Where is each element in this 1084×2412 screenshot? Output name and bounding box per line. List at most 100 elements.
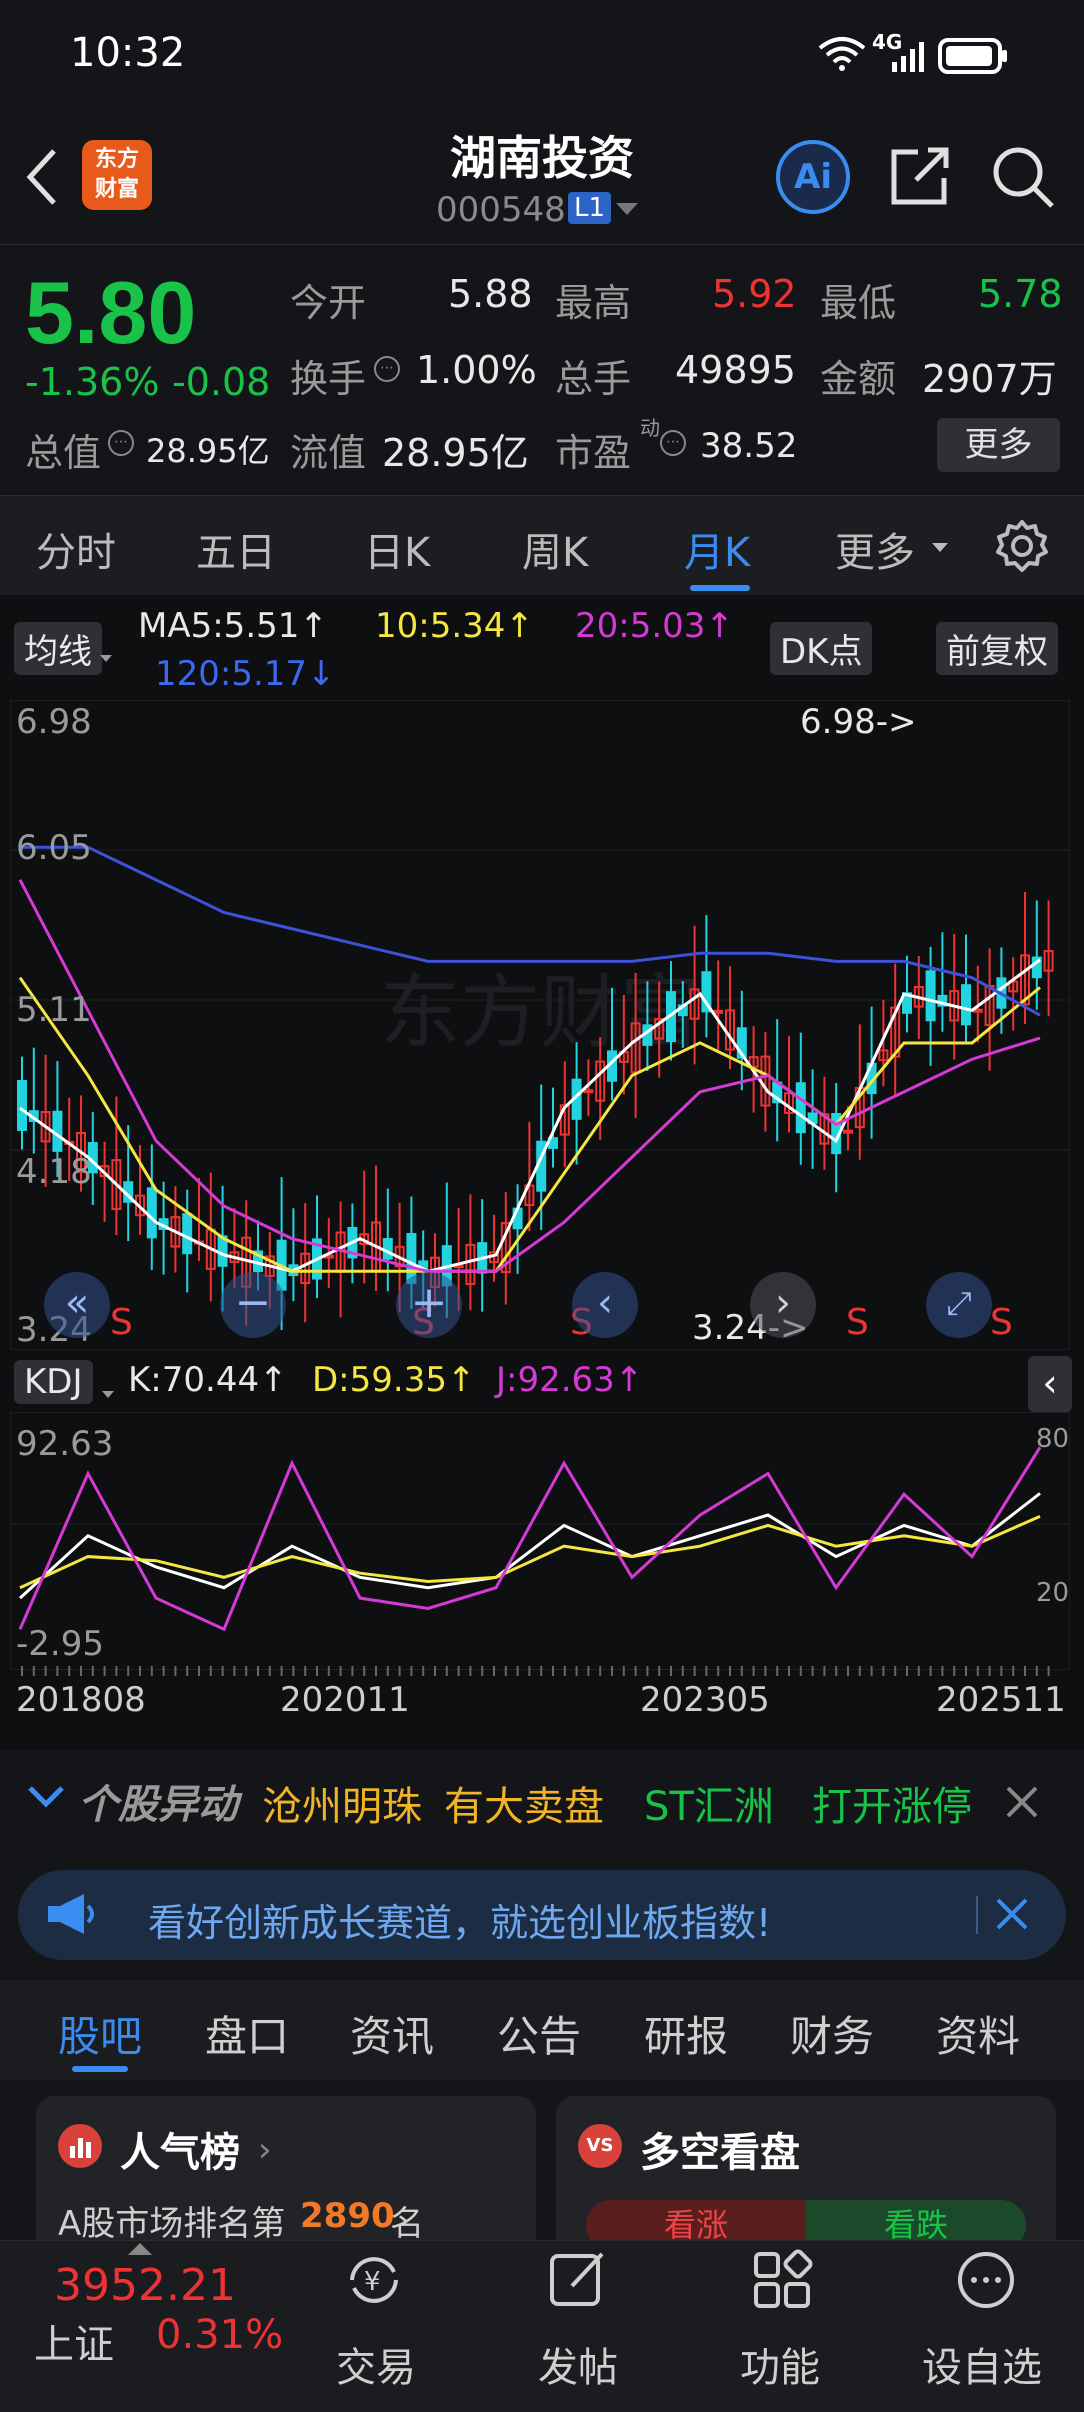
alert-item[interactable]: 打开涨停 xyxy=(812,1774,972,1832)
index-name[interactable]: 上证 xyxy=(34,2312,114,2370)
scroll-left-button[interactable]: ‹ xyxy=(572,1272,638,1338)
adjust-toggle[interactable]: 前复权 xyxy=(936,622,1058,675)
alert-item[interactable]: ST汇洲 xyxy=(644,1774,774,1832)
more-button[interactable]: 更多 xyxy=(937,418,1060,472)
low-label: 最低 xyxy=(820,281,897,325)
volume-value: 49895 xyxy=(675,348,796,392)
collapse-button[interactable]: ‹ xyxy=(1028,1356,1072,1412)
info-icon[interactable]: ⋯ xyxy=(108,430,134,456)
nav-trade[interactable]: 交易 xyxy=(336,2335,416,2393)
x-axis-label: 201808 xyxy=(16,1680,146,1720)
close-icon[interactable] xyxy=(1004,1784,1040,1824)
banner-text: 看好创新成长赛道，就选创业板指数! xyxy=(148,1901,772,1945)
alert-title: 个股异动 xyxy=(78,1782,238,1828)
nav-watchlist[interactable]: 设自选 xyxy=(922,2335,1042,2393)
trade-icon[interactable]: ¥ xyxy=(342,2248,406,2316)
nav-post[interactable]: 发帖 xyxy=(538,2335,618,2393)
svg-text:¥: ¥ xyxy=(364,2267,381,2297)
x-axis-label: 202305 xyxy=(640,1680,770,1720)
ma120-value: 120:5.17↓ xyxy=(155,654,336,694)
volume-label: 总手 xyxy=(555,357,632,401)
search-icon[interactable] xyxy=(990,144,1056,214)
wifi-icon xyxy=(818,36,866,76)
candle-body xyxy=(843,1129,853,1134)
more-icon[interactable] xyxy=(954,2248,1018,2316)
active-tab-indicator xyxy=(72,2066,128,2072)
index-change[interactable]: 0.31% xyxy=(156,2312,283,2358)
turnover-label: 换手 xyxy=(290,357,367,401)
kdj-ref-20: 20 xyxy=(1036,1578,1070,1608)
chevron-down-icon[interactable] xyxy=(26,1784,66,1814)
tab-profile[interactable]: 资料 xyxy=(936,2003,1020,2064)
signal-icon xyxy=(890,40,928,76)
tab-orderbook[interactable]: 盘口 xyxy=(205,2003,289,2064)
candle-body xyxy=(961,984,971,1026)
caret-up-icon xyxy=(128,2240,152,2259)
index-value[interactable]: 3952.21 xyxy=(54,2260,236,2311)
status-time: 10:32 xyxy=(70,30,186,76)
ma-toggle[interactable]: 均线 xyxy=(14,622,102,675)
candle-body xyxy=(182,1213,193,1255)
candle-body xyxy=(583,1089,594,1094)
high-value: 5.92 xyxy=(712,272,797,316)
y-axis-2: 6.05 xyxy=(16,828,92,868)
open-value: 5.88 xyxy=(448,272,533,316)
level-badge[interactable]: L1 xyxy=(568,192,612,224)
dk-point-toggle[interactable]: DK点 xyxy=(770,622,873,675)
tab-monthly-k[interactable]: 月K xyxy=(684,520,750,578)
popularity-title: 人气榜 xyxy=(120,2130,240,2176)
grid-icon[interactable] xyxy=(750,2248,814,2316)
tab-announcements[interactable]: 公告 xyxy=(497,2003,581,2064)
caret-down-icon xyxy=(932,538,948,557)
scroll-right-button[interactable]: › xyxy=(750,1272,816,1338)
tab-weekly-k[interactable]: 周K xyxy=(522,520,588,578)
share-icon[interactable] xyxy=(888,144,952,212)
close-icon[interactable] xyxy=(994,1896,1030,1936)
zoom-in-button[interactable]: + xyxy=(396,1272,462,1338)
candle-body xyxy=(795,1082,806,1134)
tab-daily-k[interactable]: 日K xyxy=(364,520,430,578)
chart-icon xyxy=(58,2124,102,2168)
mktcap-label: 总值 xyxy=(25,431,102,475)
ma10-value: 10:5.34↑ xyxy=(375,606,534,646)
x-axis-ticks xyxy=(21,1666,1050,1676)
ma5-value: MA5:5.51↑ xyxy=(138,606,328,646)
battery-icon xyxy=(938,36,1010,80)
alert-item[interactable]: 沧州明珠 xyxy=(262,1774,422,1832)
zoom-out-button[interactable]: − xyxy=(220,1272,286,1338)
amount-value: 2907万 xyxy=(922,357,1057,401)
candle-body xyxy=(925,970,936,1022)
tab-news[interactable]: 资讯 xyxy=(350,2003,434,2064)
vs-title: 多空看盘 xyxy=(640,2130,800,2176)
scroll-left-fast-button[interactable]: « xyxy=(44,1272,110,1338)
y-axis-4: 4.18 xyxy=(16,1152,92,1192)
ai-button[interactable]: Ai xyxy=(776,140,850,214)
tab-five-day[interactable]: 五日 xyxy=(196,520,276,578)
kline-chart[interactable]: 东方财富 xyxy=(10,700,1070,1350)
tab-intraday[interactable]: 分时 xyxy=(36,520,116,578)
fullscreen-button[interactable]: ⤢ xyxy=(926,1272,992,1338)
kdj-chart[interactable] xyxy=(10,1412,1070,1670)
kdj-toggle[interactable]: KDJ xyxy=(14,1360,93,1404)
chevron-right-icon: › xyxy=(258,2130,272,2170)
gear-icon[interactable] xyxy=(994,518,1050,578)
stock-code[interactable]: 000548 xyxy=(436,190,566,230)
info-icon[interactable]: ⋯ xyxy=(660,430,686,456)
high-label: 最高 xyxy=(555,281,632,325)
tab-research[interactable]: 研报 xyxy=(644,2003,728,2064)
candle-body xyxy=(382,1238,393,1260)
float-label: 流值 xyxy=(290,431,367,475)
kdj-ref-80: 80 xyxy=(1036,1424,1070,1454)
tab-more[interactable]: 更多 xyxy=(835,520,915,578)
tab-finance[interactable]: 财务 xyxy=(790,2003,874,2064)
nav-functions[interactable]: 功能 xyxy=(740,2335,820,2393)
kdj-k: K:70.44↑ xyxy=(128,1360,288,1400)
edit-icon[interactable] xyxy=(546,2248,610,2316)
vs-icon: VS xyxy=(578,2124,622,2168)
chevron-down-icon[interactable] xyxy=(616,202,638,221)
pe-sup: 动 xyxy=(640,416,660,440)
alert-item[interactable]: 有大卖盘 xyxy=(444,1774,604,1832)
x-axis-label: 202511 xyxy=(936,1680,1066,1720)
info-icon[interactable]: ⋯ xyxy=(374,356,400,382)
tab-forum[interactable]: 股吧 xyxy=(58,2003,142,2064)
